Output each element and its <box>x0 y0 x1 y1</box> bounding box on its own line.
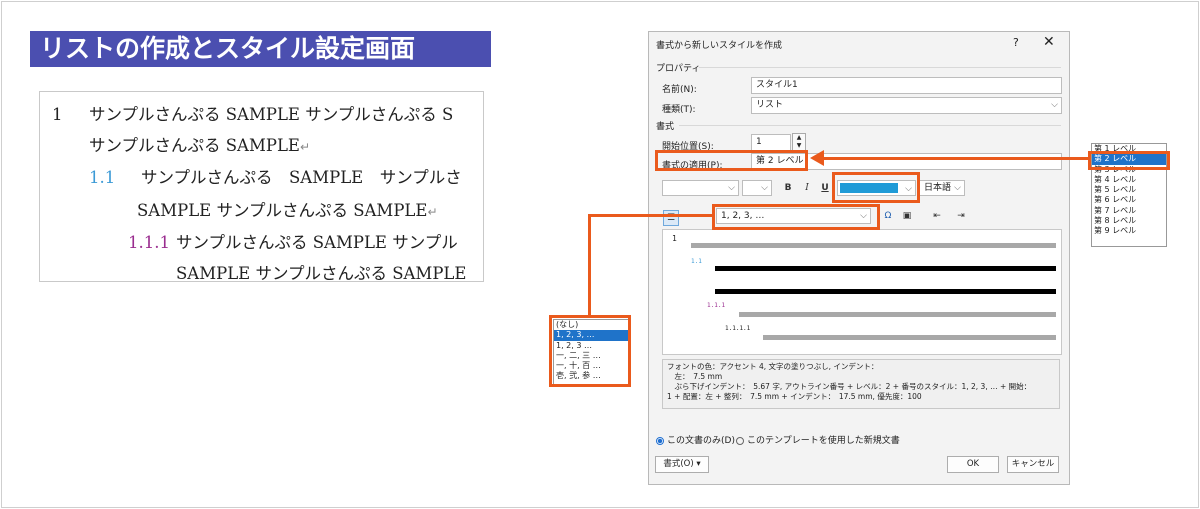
description-line: フォントの色：アクセント 4, 文字の塗りつぶし, インデント： <box>667 362 879 371</box>
level-option[interactable]: 第 9 レベル <box>1092 226 1166 236</box>
decrease-indent-icon[interactable]: ⇤ <box>930 209 944 223</box>
dialog-title: 書式から新しいスタイルを作成 <box>656 41 783 51</box>
doc-line-2: サンプルさんぷる SAMPLE↵ <box>89 132 310 156</box>
connector-line <box>588 214 712 217</box>
preview-num-2: 1.1 <box>691 258 702 265</box>
preview-line <box>691 243 1056 248</box>
line-text: サンプルさんぷる SAMPLE サンプルさ <box>141 168 462 187</box>
cancel-button[interactable]: キャンセル <box>1007 456 1059 473</box>
section-format: 書式 <box>656 122 675 132</box>
radio-label: このテンプレートを使用した新規文書 <box>747 436 900 446</box>
style-description: フォントの色：アクセント 4, 文字の塗りつぶし, インデント： 左： 7.5 … <box>662 359 1060 409</box>
document-preview: 1 サンプルさんぷる SAMPLE サンプルさんぷる S サンプルさんぷる SAM… <box>39 91 484 282</box>
level-highlight <box>1088 151 1170 170</box>
list-number: 1.1.1 <box>128 233 170 252</box>
style-preview: 1 1.1 1.1.1 1.1.1.1 <box>662 229 1062 355</box>
font-name-select[interactable]: ⌵ <box>662 180 739 196</box>
type-select[interactable]: リスト ⌵ <box>751 97 1062 114</box>
start-input[interactable]: 1 <box>751 134 791 151</box>
level-option[interactable]: 第 8 レベル <box>1092 216 1166 226</box>
start-spinner[interactable]: ▲ ▼ <box>792 133 806 151</box>
italic-button[interactable]: I <box>800 181 814 195</box>
list-format-icon[interactable]: ☰ <box>663 210 679 226</box>
chevron-down-icon: ⌵ <box>1051 100 1058 110</box>
radio-off-icon <box>736 436 744 445</box>
type-value: リスト <box>756 100 784 110</box>
doc-line-6: SAMPLE サンプルさんぷる SAMPLE <box>176 260 467 282</box>
font-size-select[interactable]: ⌵ <box>742 180 772 196</box>
doc-line-1: 1 サンプルさんぷる SAMPLE サンプルさんぷる S <box>52 101 453 125</box>
list-number: 1.1 <box>89 168 116 187</box>
list-number: 1 <box>52 105 63 124</box>
divider <box>679 125 1061 126</box>
language-value: 日本語 <box>924 183 952 193</box>
line-text: サンプルさんぷる SAMPLE <box>89 136 300 155</box>
arrow-left-icon <box>810 150 824 166</box>
create-style-dialog: 書式から新しいスタイルを作成 ? ✕ プロパティ 名前(N): スタイル1 種類… <box>648 31 1070 485</box>
ok-button[interactable]: OK <box>947 456 999 473</box>
description-line: 1 + 配置：左 + 整列： 7.5 mm + インデント： 17.5 mm, … <box>667 392 922 401</box>
close-icon[interactable]: ✕ <box>1043 34 1055 50</box>
language-select[interactable]: 日本語 ⌵ <box>919 180 965 196</box>
paragraph-mark: ↵ <box>299 140 311 154</box>
radio-label: この文書のみ(D) <box>667 436 735 446</box>
divider <box>699 67 1061 68</box>
preview-line <box>763 335 1056 340</box>
radio-template[interactable]: このテンプレートを使用した新規文書 <box>736 433 900 446</box>
radio-on-icon <box>656 436 664 445</box>
underline-button[interactable]: U <box>818 181 832 195</box>
connector-line <box>588 214 591 316</box>
bold-button[interactable]: B <box>781 181 795 195</box>
format-button[interactable]: 書式(O) ▾ <box>655 456 709 473</box>
preview-line <box>715 289 1056 294</box>
line-text: SAMPLE サンプルさんぷる SAMPLE <box>176 264 467 282</box>
chevron-down-icon: ⌵ <box>761 183 768 193</box>
number-list-highlight <box>549 315 631 387</box>
doc-line-3: 1.1 サンプルさんぷる SAMPLE サンプルさ <box>89 164 462 188</box>
help-button[interactable]: ? <box>1013 36 1019 49</box>
increase-indent-icon[interactable]: ⇥ <box>954 209 968 223</box>
number-style-highlight <box>712 204 880 230</box>
preview-num-4: 1.1.1.1 <box>725 325 751 332</box>
doc-line-4: SAMPLE サンプルさんぷる SAMPLE↵ <box>137 197 438 221</box>
preview-num-1: 1 <box>672 234 677 243</box>
name-label: 名前(N): <box>662 85 697 95</box>
line-text: サンプルさんぷる SAMPLE サンプルさんぷる S <box>89 105 454 124</box>
paragraph-mark: ↵ <box>427 205 438 219</box>
preview-num-3: 1.1.1 <box>707 302 726 309</box>
level-option[interactable]: 第 4 レベル <box>1092 175 1166 185</box>
line-text: サンプルさんぷる SAMPLE サンプル <box>176 233 458 252</box>
line-text: SAMPLE サンプルさんぷる SAMPLE <box>137 201 428 220</box>
level-option[interactable]: 第 5 レベル <box>1092 185 1166 195</box>
doc-line-5: 1.1.1 サンプルさんぷる SAMPLE サンプル <box>128 229 458 253</box>
radio-doc-only[interactable]: この文書のみ(D) <box>656 433 735 446</box>
type-label: 種類(T): <box>662 105 696 115</box>
chevron-down-icon: ⌵ <box>728 183 735 193</box>
symbol-button[interactable]: Ω <box>881 209 895 223</box>
page-title: リストの作成とスタイル設定画面 <box>30 31 491 67</box>
level-option[interactable]: 第 7 レベル <box>1092 206 1166 216</box>
apply-highlight <box>655 150 808 171</box>
section-properties: プロパティ <box>656 64 701 74</box>
name-input[interactable]: スタイル1 <box>751 77 1062 94</box>
connector-line <box>822 157 1088 160</box>
picture-bullet-icon[interactable]: ▣ <box>900 209 914 223</box>
preview-line <box>739 312 1056 317</box>
preview-line <box>715 266 1056 271</box>
font-color-highlight <box>832 172 920 203</box>
level-option[interactable]: 第 6 レベル <box>1092 195 1166 205</box>
chevron-down-icon: ⌵ <box>954 183 961 193</box>
description-line: 左： 7.5 mm <box>667 372 723 381</box>
description-line: ぶら下げインデント： 5.67 字, アウトライン番号 + レベル：2 + 番号… <box>667 382 1032 391</box>
